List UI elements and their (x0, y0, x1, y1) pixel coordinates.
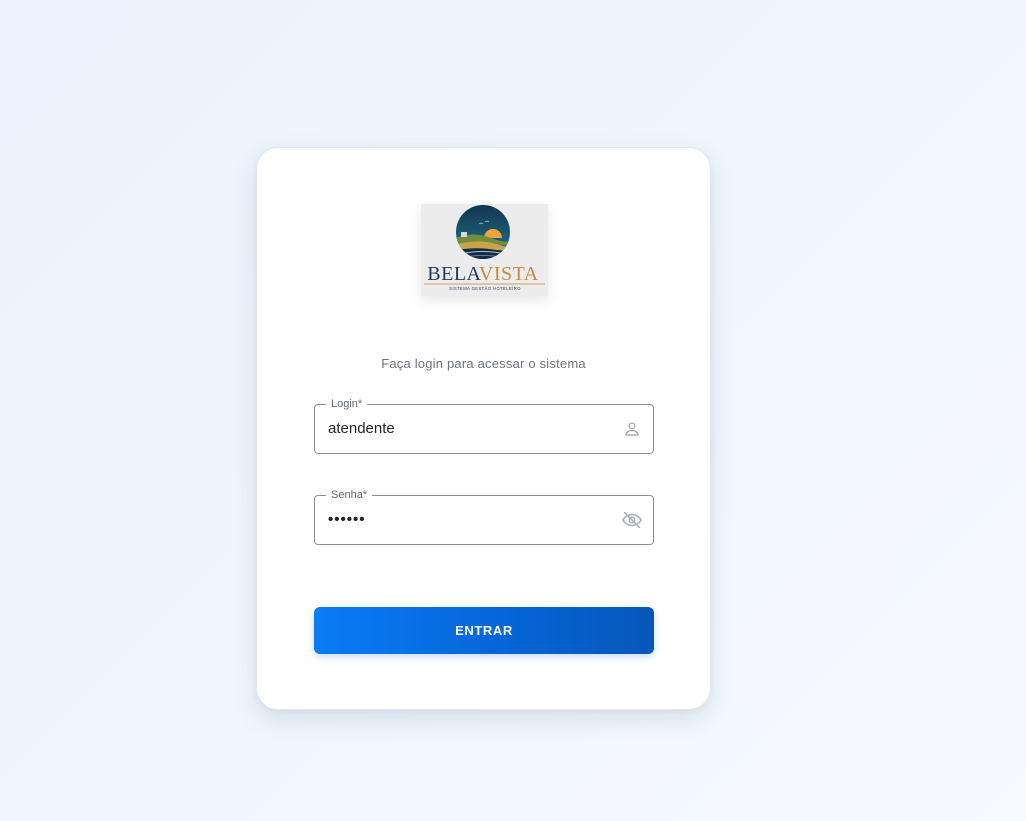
entrar-button[interactable]: ENTRAR (314, 607, 654, 654)
belavista-logo: BELAVISTA SISTEMA GESTÃO HOTELEIRO (421, 204, 548, 296)
person-icon (621, 418, 643, 440)
logo-tagline: SISTEMA GESTÃO HOTELEIRO (449, 286, 521, 291)
logo-brand-bela: BELA (427, 263, 481, 285)
eye-off-icon[interactable] (621, 509, 643, 531)
logo-brand: BELAVISTA (427, 263, 538, 285)
login-input[interactable] (328, 405, 608, 453)
login-subtitle: Faça login para acessar o sistema (381, 356, 586, 371)
senha-input[interactable]: •••••• (328, 496, 608, 544)
login-field[interactable]: Login* (314, 397, 654, 454)
login-card: BELAVISTA SISTEMA GESTÃO HOTELEIRO Faça … (256, 147, 711, 710)
logo-brand-vista: VISTA (479, 263, 539, 285)
senha-field[interactable]: Senha* •••••• (314, 488, 654, 545)
